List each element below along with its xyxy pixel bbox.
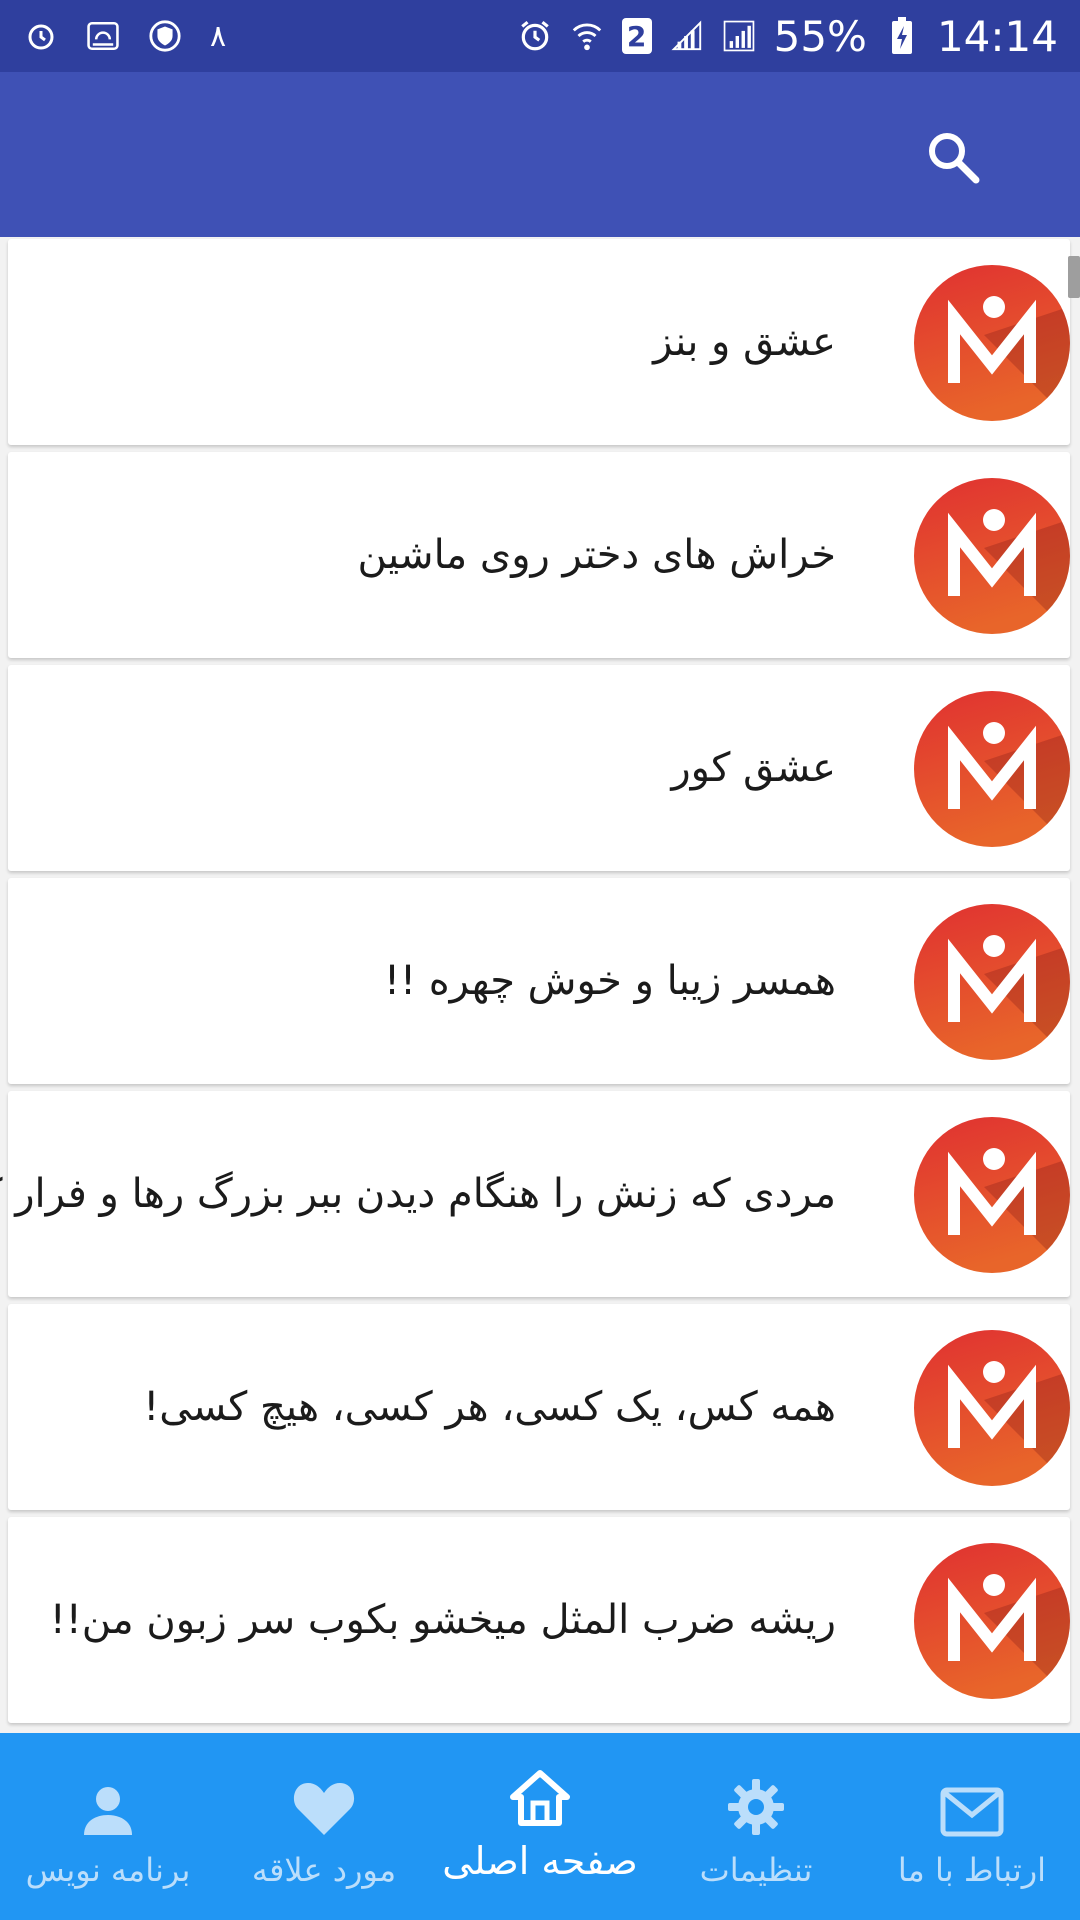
app-logo-avatar: [914, 265, 1070, 421]
list-item[interactable]: ریشه ضرب المثل میخشو بکوب سر زبون من!!: [8, 1517, 1070, 1723]
bottom-navigation: برنامه نویس مورد علاقه صفحه اصلی تنظیمات…: [0, 1733, 1080, 1920]
list-item-title: عشق و بنز: [653, 319, 836, 365]
signal-icon: [722, 19, 756, 53]
nav-favorites-label: مورد علاقه: [251, 1851, 397, 1889]
nav-developer[interactable]: برنامه نویس: [0, 1733, 216, 1920]
home-icon: [509, 1763, 571, 1827]
clock-time: 14:14: [936, 11, 1058, 61]
list-item-title: ریشه ضرب المثل میخشو بکوب سر زبون من!!: [49, 1597, 836, 1643]
nav-developer-label: برنامه نویس: [25, 1851, 191, 1889]
list-item[interactable]: همسر زیبا و خوش چهره !!: [8, 878, 1070, 1084]
list-item-title: همه کس، یک کسی، هر کسی، هیچ کسی!: [143, 1384, 836, 1430]
nav-settings-label: تنظیمات: [699, 1851, 813, 1889]
alarm-icon: [518, 19, 552, 53]
shield-icon: [148, 19, 182, 53]
app-logo-avatar: [914, 1543, 1070, 1699]
person-icon: [80, 1773, 136, 1837]
sim-badge: 2: [621, 18, 652, 54]
nav-contact-label: ارتباط با ما: [897, 1851, 1047, 1889]
list-item-title: عشق کور: [671, 745, 836, 791]
search-icon: [929, 133, 980, 184]
heart-icon: [292, 1773, 356, 1837]
list-item[interactable]: همه کس، یک کسی، هر کسی، هیچ کسی!: [8, 1304, 1070, 1510]
scrollbar-thumb[interactable]: [1068, 256, 1080, 298]
nav-contact[interactable]: ارتباط با ما: [864, 1733, 1080, 1920]
signal-icon: [670, 19, 704, 53]
list-item-title: همسر زیبا و خوش چهره !!: [383, 958, 836, 1004]
gear-icon: [726, 1773, 786, 1837]
app-logo-avatar: [914, 478, 1070, 634]
nav-home-label: صفحه اصلی: [442, 1839, 638, 1883]
app-logo-avatar: [914, 1330, 1070, 1486]
nav-settings[interactable]: تنظیمات: [648, 1733, 864, 1920]
list-item[interactable]: خراش های دختر روی ماشین: [8, 452, 1070, 658]
app-bar: [0, 72, 1080, 237]
mail-icon: [940, 1773, 1004, 1837]
list-item[interactable]: عشق کور: [8, 665, 1070, 871]
alarm-icon: [24, 19, 58, 53]
list-item-title: مردی که زنش را هنگام دیدن ببر بزرگ رها و…: [0, 1171, 836, 1217]
status-bar: ٨ 2 55% 14:14: [0, 0, 1080, 72]
battery-percent: 55%: [773, 11, 867, 61]
list-item[interactable]: عشق و بنز: [8, 239, 1070, 445]
app-logo-avatar: [914, 904, 1070, 1060]
story-list[interactable]: عشق و بنز خراش های دختر روی ماشین عشق کو…: [0, 237, 1080, 1733]
app-logo-avatar: [914, 691, 1070, 847]
list-item-title: خراش های دختر روی ماشین: [357, 532, 836, 578]
nav-favorites[interactable]: مورد علاقه: [216, 1733, 432, 1920]
search-button[interactable]: [918, 122, 988, 192]
drive-sync-icon: [86, 19, 120, 53]
notification-count: ٨: [210, 18, 227, 54]
battery-charging-icon: [885, 17, 919, 54]
wifi-icon: [570, 19, 604, 53]
list-item[interactable]: مردی که زنش را هنگام دیدن ببر بزرگ رها و…: [0, 1091, 1070, 1297]
app-logo-avatar: [914, 1117, 1070, 1273]
nav-home[interactable]: صفحه اصلی: [432, 1733, 648, 1920]
